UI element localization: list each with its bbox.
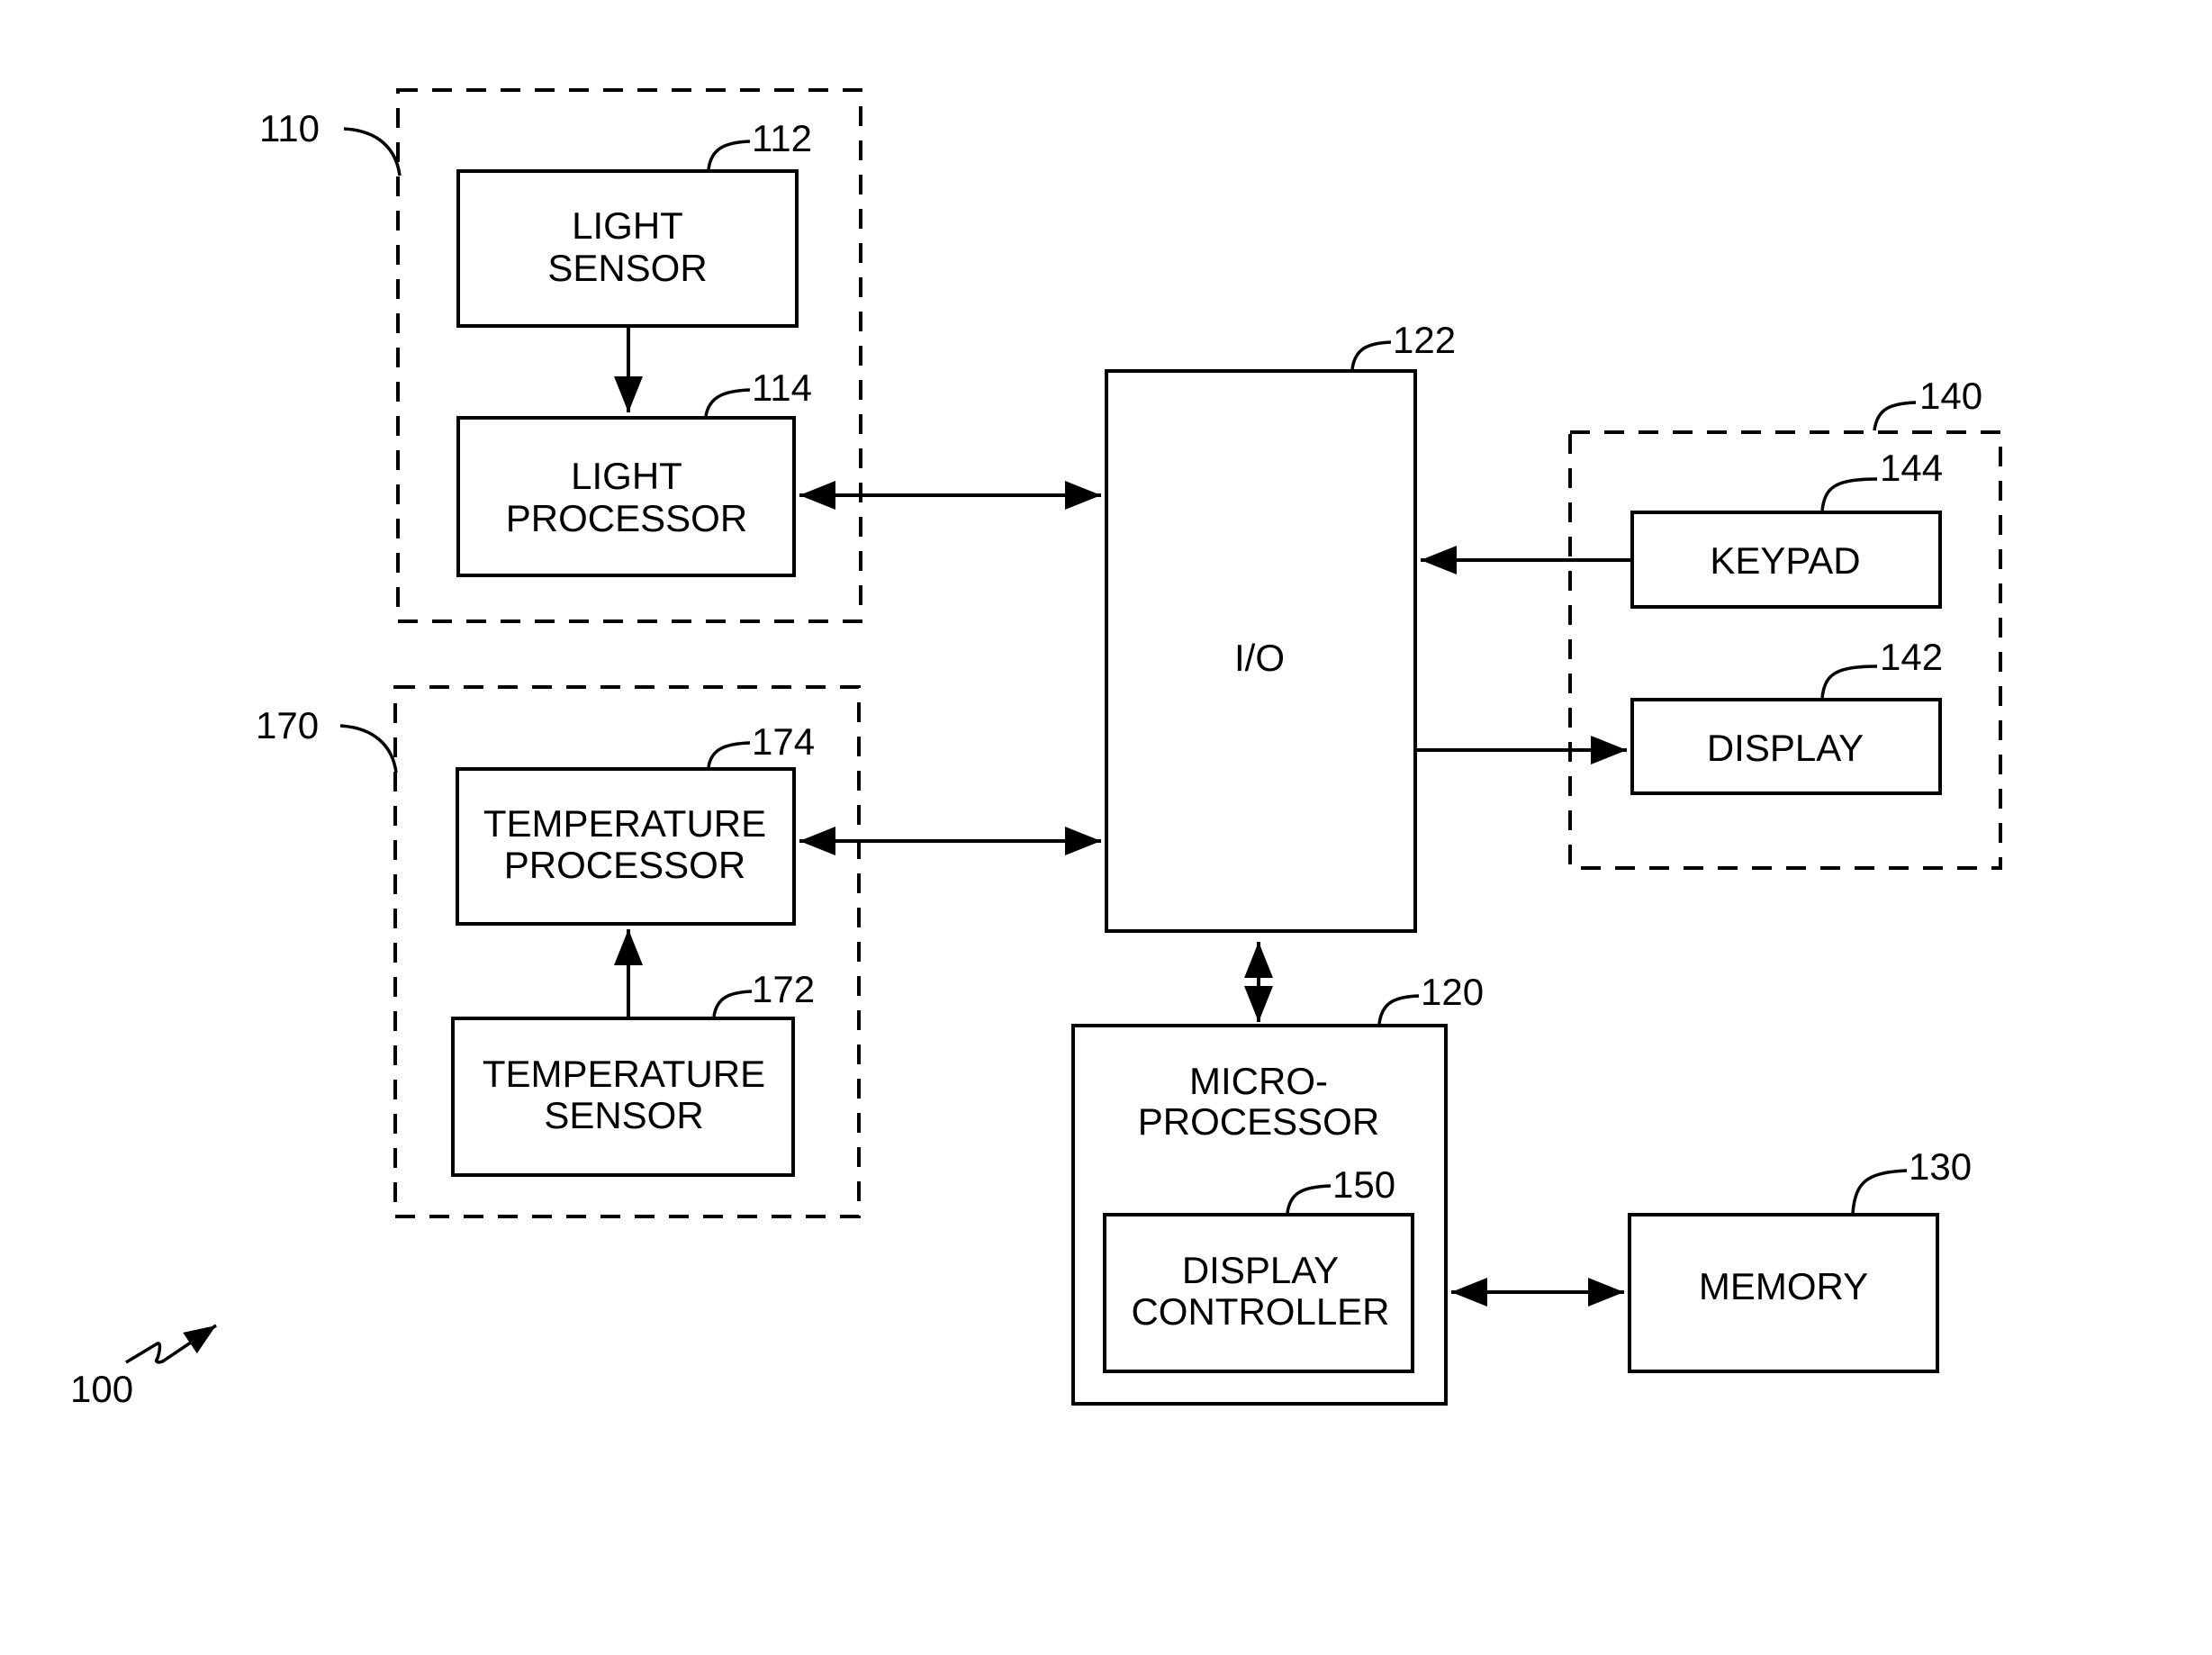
temperature-group-ref: 170 bbox=[256, 704, 319, 746]
display-block: DISPLAY 142 bbox=[1630, 636, 1943, 795]
block-diagram: 110 LIGHT SENSOR 112 LIGHT PROCESSOR 114… bbox=[70, 88, 2002, 1410]
microprocessor-ref: 120 bbox=[1421, 971, 1484, 1013]
memory-leader bbox=[1851, 1169, 1908, 1214]
light-group-ref: 110 bbox=[259, 107, 320, 149]
light-sensor-block: LIGHT SENSOR 112 bbox=[456, 117, 812, 328]
light-processor-label-line2: PROCESSOR bbox=[506, 497, 747, 539]
light-group-leader bbox=[343, 127, 402, 176]
temperature-processor-ref: 174 bbox=[752, 720, 815, 763]
figure-reference-arrow bbox=[125, 1324, 217, 1364]
io-leader bbox=[1350, 340, 1392, 370]
display-controller-ref: 150 bbox=[1332, 1163, 1395, 1206]
temperature-processor-block: TEMPERATURE PROCESSOR 174 bbox=[456, 720, 815, 926]
microprocessor-block: MICRO- PROCESSOR 120 bbox=[1071, 971, 1484, 1406]
light-sensor-leader bbox=[707, 140, 751, 170]
io-block: I/O 122 bbox=[1105, 319, 1456, 933]
display-label: DISPLAY bbox=[1707, 727, 1864, 769]
temperature-sensor-ref: 172 bbox=[752, 968, 815, 1010]
memory-label: MEMORY bbox=[1699, 1265, 1868, 1307]
light-sensor-label-line2: SENSOR bbox=[547, 247, 707, 289]
light-processor-ref: 114 bbox=[752, 366, 812, 409]
user-interface-group-leader bbox=[1873, 401, 1917, 431]
figure-reference-label: 100 bbox=[70, 1368, 133, 1410]
io-ref: 122 bbox=[1393, 319, 1456, 361]
temperature-sensor-leader bbox=[712, 990, 753, 1017]
microprocessor-label-line2: PROCESSOR bbox=[1138, 1100, 1379, 1143]
keypad-block: KEYPAD 144 bbox=[1630, 447, 1943, 609]
display-controller-label-line1: DISPLAY bbox=[1182, 1249, 1339, 1291]
display-controller-leader bbox=[1286, 1184, 1332, 1214]
temperature-sensor-label-line1: TEMPERATURE bbox=[483, 1053, 765, 1095]
light-processor-block: LIGHT PROCESSOR 114 bbox=[456, 366, 812, 577]
light-processor-leader bbox=[704, 388, 751, 417]
temperature-processor-label-line1: TEMPERATURE bbox=[483, 802, 766, 845]
keypad-label: KEYPAD bbox=[1710, 539, 1860, 582]
temperature-group-leader bbox=[339, 724, 398, 773]
keypad-ref: 144 bbox=[1880, 447, 1943, 489]
display-controller-label-line2: CONTROLLER bbox=[1131, 1290, 1389, 1333]
io-label: I/O bbox=[1234, 637, 1285, 679]
memory-block: MEMORY 130 bbox=[1628, 1145, 1972, 1373]
temperature-sensor-label-line2: SENSOR bbox=[544, 1094, 703, 1136]
light-sensor-label-line1: LIGHT bbox=[572, 204, 683, 247]
microprocessor-label-line1: MICRO- bbox=[1189, 1060, 1328, 1102]
temperature-group: 170 bbox=[256, 685, 861, 1218]
light-sensor-ref: 112 bbox=[752, 117, 812, 159]
display-controller-block: DISPLAY CONTROLLER 150 bbox=[1103, 1163, 1414, 1373]
memory-ref: 130 bbox=[1909, 1145, 1972, 1188]
user-interface-group-ref: 140 bbox=[1919, 375, 1982, 417]
display-ref: 142 bbox=[1880, 636, 1943, 678]
keypad-leader bbox=[1820, 477, 1878, 511]
microprocessor-leader bbox=[1377, 994, 1420, 1025]
figure-reference: 100 bbox=[70, 1324, 217, 1410]
temperature-processor-label-line2: PROCESSOR bbox=[504, 844, 745, 886]
display-leader bbox=[1820, 665, 1878, 699]
temperature-processor-leader bbox=[707, 741, 751, 768]
light-processor-label-line1: LIGHT bbox=[571, 455, 682, 497]
temperature-sensor-block: TEMPERATURE SENSOR 172 bbox=[451, 968, 815, 1177]
